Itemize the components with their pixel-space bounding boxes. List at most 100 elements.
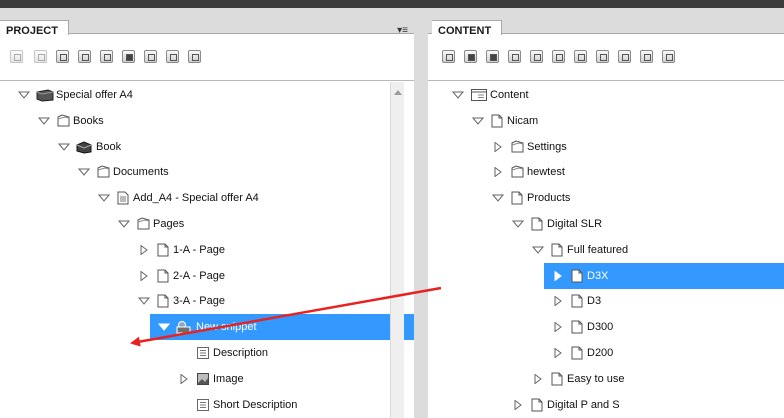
collapsed-arrow-icon[interactable] [552, 296, 564, 307]
text-field-icon [196, 398, 210, 412]
tree-row[interactable]: Digital SLR [428, 211, 784, 237]
tree-row[interactable]: Nicam [428, 108, 784, 134]
tree-item-label: Add_A4 - Special offer A4 [133, 192, 259, 205]
collapsed-arrow-icon[interactable] [512, 399, 524, 410]
expanded-arrow-icon[interactable] [138, 296, 150, 306]
view-icon[interactable] [10, 50, 23, 63]
move-icon[interactable] [486, 50, 499, 63]
tree-item-label: Digital SLR [547, 218, 603, 230]
tree-row[interactable]: D300 [428, 314, 784, 340]
expanded-arrow-icon[interactable] [38, 116, 50, 126]
tree-item-label: Books [73, 114, 104, 127]
collapsed-arrow-icon[interactable] [552, 348, 564, 358]
page-icon [550, 243, 564, 257]
scroll-up-arrow-icon[interactable] [394, 90, 402, 95]
refresh-icon[interactable] [662, 50, 675, 63]
edit-icon[interactable] [56, 50, 69, 63]
expanded-arrow-icon[interactable] [512, 219, 524, 229]
collapsed-arrow-icon[interactable] [138, 244, 150, 255]
tree-item-label: Settings [527, 140, 567, 153]
book-icon [76, 140, 92, 154]
project-tree: Special offer A4 Books Book Documents Add_A4… [0, 82, 414, 418]
delete-icon[interactable] [122, 50, 135, 63]
tree-row[interactable]: D3 [428, 288, 784, 314]
page-icon [510, 191, 524, 205]
expanded-arrow-icon[interactable] [532, 245, 544, 255]
down-icon[interactable] [596, 50, 609, 63]
content-root-icon [470, 88, 487, 102]
tree-row[interactable]: 1-A - Page [0, 237, 414, 263]
tree-row[interactable]: New snippet [150, 314, 414, 341]
tree-row[interactable]: Book [0, 134, 414, 160]
up-icon[interactable] [574, 50, 587, 63]
expanded-arrow-icon[interactable] [472, 116, 484, 126]
tree-row[interactable]: Digital P and S [428, 392, 784, 418]
tree-row[interactable]: Books [0, 108, 414, 134]
page-icon [530, 217, 544, 231]
collapsed-arrow-icon[interactable] [552, 322, 564, 333]
refresh-icon[interactable] [188, 50, 201, 63]
expanded-arrow-icon[interactable] [78, 167, 90, 177]
expanded-arrow-icon[interactable] [98, 193, 110, 203]
page-icon [530, 398, 544, 412]
tree-row[interactable]: Settings [428, 134, 784, 160]
tree-row[interactable]: Short Description [0, 392, 414, 418]
new-page-icon[interactable] [144, 50, 157, 63]
tree-item-label: Full featured [567, 243, 629, 256]
delete-icon[interactable] [464, 50, 477, 63]
expanded-arrow-icon[interactable] [18, 90, 30, 100]
tree-row[interactable]: hewtest [428, 159, 784, 185]
collapsed-arrow-icon[interactable] [492, 141, 504, 152]
tree-row[interactable]: Content [428, 82, 784, 108]
expand-icon[interactable] [552, 50, 565, 63]
tree-row[interactable]: D200 [428, 340, 784, 366]
copy-icon[interactable] [508, 50, 521, 63]
collapsed-arrow-icon[interactable] [552, 270, 564, 281]
tree-row[interactable]: Image [0, 366, 414, 392]
save-icon[interactable] [34, 50, 47, 63]
panel-title-strip [0, 0, 414, 8]
folder-icon [510, 165, 524, 179]
expanded-arrow-icon[interactable] [58, 142, 70, 152]
properties-icon[interactable] [640, 50, 653, 63]
expanded-arrow-icon[interactable] [492, 193, 504, 203]
expanded-arrow-icon[interactable] [158, 322, 170, 332]
properties-icon[interactable] [166, 50, 179, 63]
tree-row[interactable]: Easy to use [428, 366, 784, 392]
collapsed-arrow-icon[interactable] [178, 373, 190, 384]
panel-title-strip [428, 0, 784, 8]
page-icon [490, 114, 504, 128]
add-icon[interactable] [442, 50, 455, 63]
tree-row[interactable]: 2-A - Page [0, 263, 414, 289]
tree-row[interactable]: 3-A - Page [0, 288, 414, 314]
document-icon [116, 191, 130, 205]
tree-row[interactable]: Special offer A4 [0, 82, 414, 108]
tree-row[interactable]: Add_A4 - Special offer A4 [0, 185, 414, 211]
tree-item-label: 3-A - Page [173, 295, 225, 308]
tree-item-label: D3 [587, 295, 602, 308]
collapsed-arrow-icon[interactable] [138, 270, 150, 281]
tree-row[interactable]: Documents [0, 159, 414, 185]
panel-divider[interactable] [414, 0, 428, 418]
collapse-icon[interactable] [618, 50, 631, 63]
tree-row[interactable]: Description [0, 340, 414, 366]
duplicate-icon[interactable] [100, 50, 113, 63]
tree-item-label: Easy to use [567, 372, 625, 385]
add-icon[interactable] [78, 50, 91, 63]
project-toolbar [0, 35, 414, 81]
tree-row[interactable]: Pages [0, 211, 414, 237]
collapsed-arrow-icon[interactable] [532, 373, 544, 384]
tree-row[interactable]: Full featured [428, 237, 784, 263]
tree-row[interactable]: Products [428, 185, 784, 211]
folder-icon [96, 165, 110, 179]
paste-icon[interactable] [530, 50, 543, 63]
collapsed-arrow-icon[interactable] [492, 167, 504, 178]
tree-item-label: Documents [113, 166, 169, 179]
snippet-icon [176, 320, 191, 334]
tree-item-label: Products [527, 192, 571, 205]
page-icon [570, 320, 584, 334]
project-scrollbar[interactable] [390, 82, 404, 418]
tree-row[interactable]: D3X [544, 262, 784, 289]
expanded-arrow-icon[interactable] [452, 90, 464, 100]
expanded-arrow-icon[interactable] [118, 219, 130, 229]
